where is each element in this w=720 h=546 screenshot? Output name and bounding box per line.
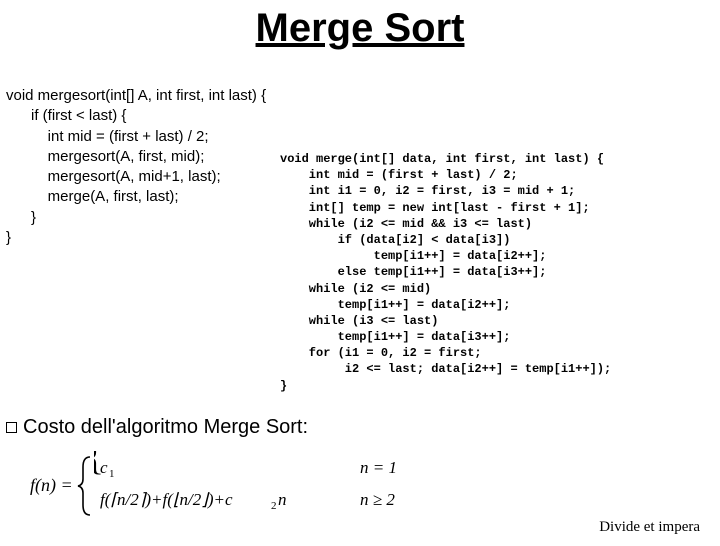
- formula-cond2: n ≥ 2: [360, 490, 395, 509]
- page-title: Merge Sort: [0, 6, 720, 51]
- formula-case1: c: [100, 458, 108, 477]
- formula-cond1: n = 1: [360, 458, 397, 477]
- formula-lhs: f(n) =: [30, 475, 73, 496]
- formula-case2-sub: 2: [271, 500, 277, 512]
- recurrence-formula: f(n) = { c 1 f(⌈n/2⌉)+f(⌊n/2⌋)+c 2 n n =…: [30, 451, 450, 526]
- merge-code: void merge(int[] data, int first, int la…: [280, 151, 611, 394]
- square-bullet-icon: [6, 422, 17, 433]
- formula-case2: f(⌈n/2⌉)+f(⌊n/2⌋)+c: [100, 490, 233, 509]
- cost-row: Costo dell'algoritmo Merge Sort:: [6, 416, 308, 439]
- cost-label: Costo dell'algoritmo Merge Sort:: [23, 416, 308, 439]
- footer-text: Divide et impera: [599, 519, 700, 536]
- formula-case2-n: n: [278, 490, 287, 509]
- formula-case1-sub: 1: [109, 468, 115, 480]
- mergesort-code: void mergesort(int[] A, int first, int l…: [6, 86, 266, 248]
